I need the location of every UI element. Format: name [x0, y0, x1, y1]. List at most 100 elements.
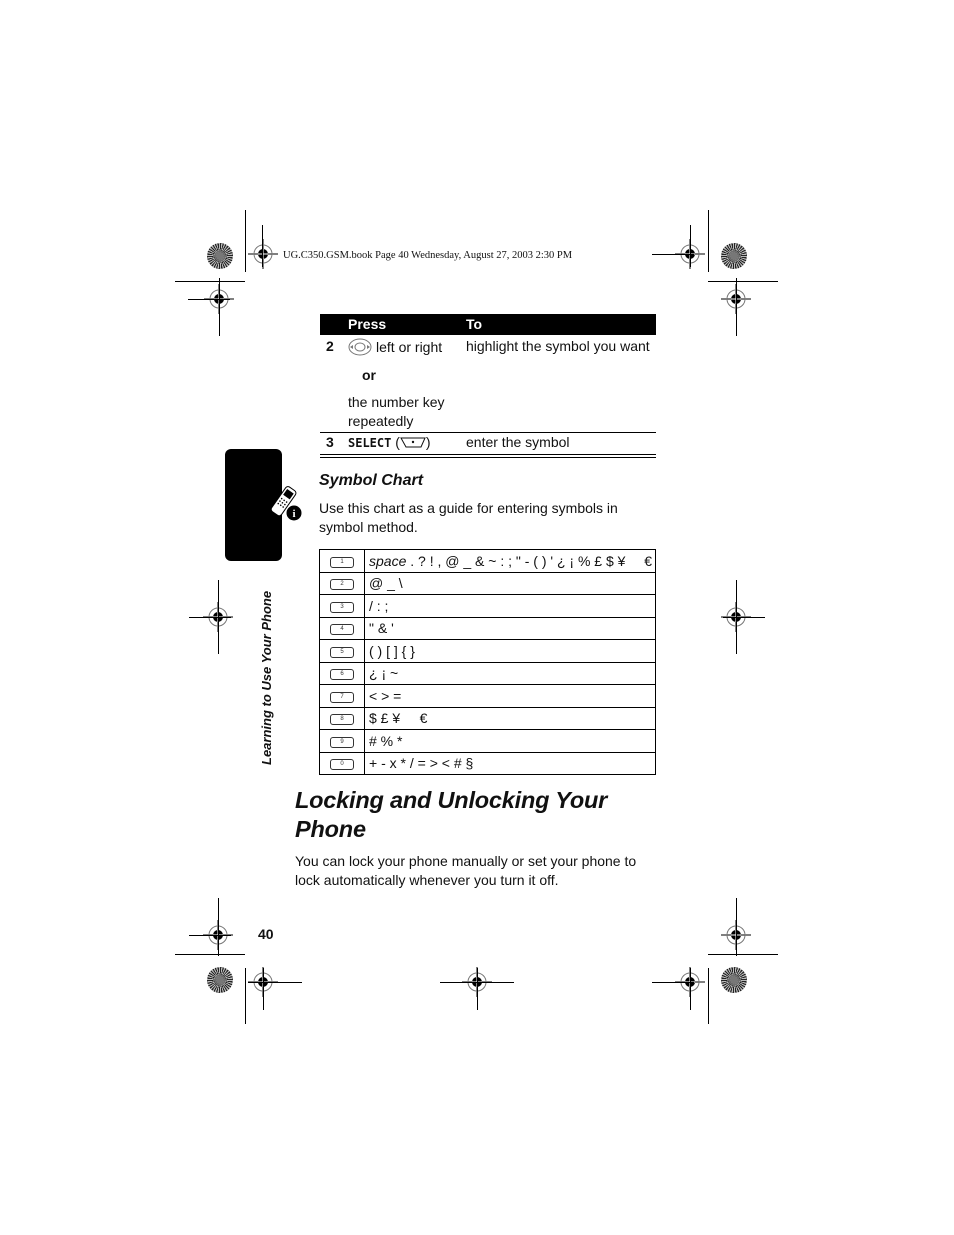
steps-table: Press To 2 left or right or the number k… [320, 314, 656, 458]
select-key-label: SELECT [348, 436, 392, 450]
symbol-chart-row: 8 $ £ ¥ € [319, 706, 656, 730]
symbols-cell: ( ) [ ] { } [364, 639, 656, 663]
step-number: 2 [326, 338, 334, 354]
step-number: 3 [326, 434, 334, 450]
number-key-icon: 5 [330, 646, 354, 658]
number-key-icon: 6 [330, 669, 354, 681]
crop-line [708, 968, 709, 1024]
page-number: 40 [258, 926, 274, 942]
space-label: space [369, 552, 407, 569]
step-action: enter the symbol [466, 434, 570, 450]
color-bar-target-icon [207, 967, 233, 993]
crop-line [245, 210, 246, 272]
step-press: SELECT () [348, 434, 431, 450]
symbol-chart-row: 1 space . ? ! , @ _ & ~ : ; " - ( ) ' ¿ ¡… [319, 549, 656, 573]
symbol-chart-row: 5 ( ) [ ] { } [319, 639, 656, 663]
section-title: Locking and Unlocking Your Phone [295, 786, 607, 844]
nav-key-icon [348, 338, 372, 356]
number-key-icon: 8 [330, 714, 354, 726]
crop-line [652, 254, 694, 255]
crop-line [708, 281, 778, 282]
step-press-alt-line: the number key [348, 394, 445, 410]
symbols-cell: $ £ ¥ € [364, 706, 656, 730]
symbols-text: < > = [369, 687, 402, 704]
number-key-icon: 7 [330, 691, 354, 703]
symbols-cell: ¿ ¡ ~ [364, 661, 656, 685]
key-cell: 1 [319, 549, 365, 573]
chapter-tab: i [225, 449, 303, 561]
crop-line [263, 968, 264, 1010]
table-end-rule [320, 454, 656, 455]
crop-line [690, 968, 691, 1010]
symbol-chart-row: 2 @ _ \ [319, 571, 656, 595]
number-key-icon: 1 [330, 556, 354, 568]
symbols-text: + - x * / = > < # § [369, 755, 474, 772]
column-header-to: To [466, 316, 483, 332]
phone-info-icon: i [270, 486, 303, 522]
step-action: highlight the symbol you want [466, 338, 650, 354]
step-row: 3 SELECT () enter the symbol [320, 433, 656, 453]
intro-line: Use this chart as a guide for entering s… [319, 500, 618, 516]
symbols-text: ¿ ¡ ~ [369, 665, 399, 682]
or-label: or [362, 367, 376, 383]
symbols-text: " & ' [369, 620, 394, 637]
euro-symbol: € [644, 552, 652, 569]
key-cell: 9 [319, 729, 365, 753]
crop-line [219, 278, 220, 336]
table-end-rule [320, 457, 656, 458]
locking-intro: You can lock your phone manually or set … [295, 852, 636, 890]
crop-line [218, 898, 219, 956]
step-press-alt-line: repeatedly [348, 413, 414, 429]
symbols-text: / : ; [369, 597, 389, 614]
symbols-text: $ £ ¥ € [369, 710, 428, 727]
symbols-cell: " & ' [364, 616, 656, 640]
left-soft-key-icon [400, 437, 426, 448]
crop-line [262, 225, 263, 267]
symbol-chart-row: 9 # % * [319, 729, 656, 753]
chapter-label: Learning to Use Your Phone [259, 590, 274, 765]
crop-line [708, 210, 709, 272]
crop-line [175, 281, 245, 282]
number-key-icon: 0 [330, 759, 354, 771]
crop-line [736, 898, 737, 956]
key-cell: 7 [319, 684, 365, 708]
key-cell: 2 [319, 571, 365, 595]
key-cell: 3 [319, 594, 365, 618]
symbol-chart-row: 4 " & ' [319, 616, 656, 640]
symbols-cell: / : ; [364, 594, 656, 618]
body-line: lock automatically whenever you turn it … [295, 872, 559, 888]
number-key-icon: 9 [330, 736, 354, 748]
symbols-cell: + - x * / = > < # § [364, 751, 656, 775]
title-line: Phone [295, 816, 366, 842]
key-cell: 0 [319, 751, 365, 775]
color-bar-target-icon [721, 243, 747, 269]
symbol-chart-intro: Use this chart as a guide for entering s… [319, 499, 618, 537]
column-header-press: Press [348, 316, 387, 332]
key-cell: 5 [319, 639, 365, 663]
crop-line [245, 968, 246, 1024]
section-subtitle: Symbol Chart [319, 472, 424, 489]
crop-line [723, 617, 765, 618]
symbol-chart-row: 0 + - x * / = > < # § [319, 751, 656, 775]
symbols-text: . ? ! , @ _ & ~ : ; " - ( ) ' ¿ ¡ % £ $ … [406, 552, 626, 569]
crop-line [708, 954, 778, 955]
symbols-cell: < > = [364, 684, 656, 708]
symbol-chart-row: 7 < > = [319, 684, 656, 708]
number-key-icon: 2 [330, 579, 354, 591]
crop-line [189, 935, 231, 936]
registration-mark-icon [248, 239, 278, 269]
steps-table-header: Press To [320, 314, 656, 335]
step-press: left or right [348, 338, 442, 356]
step-press-alt: the number key repeatedly [348, 393, 445, 431]
symbols-text: @ _ \ [369, 575, 403, 592]
symbols-text: # % * [369, 732, 403, 749]
color-bar-target-icon [207, 243, 233, 269]
symbol-chart-row: 3 / : ; [319, 594, 656, 618]
symbols-cell: @ _ \ [364, 571, 656, 595]
symbol-chart-table: 1 space . ? ! , @ _ & ~ : ; " - ( ) ' ¿ ¡… [319, 549, 656, 775]
key-cell: 6 [319, 661, 365, 685]
intro-line: symbol method. [319, 519, 418, 535]
crop-line [248, 982, 302, 983]
crop-line [690, 225, 691, 267]
crop-line [477, 968, 478, 1010]
